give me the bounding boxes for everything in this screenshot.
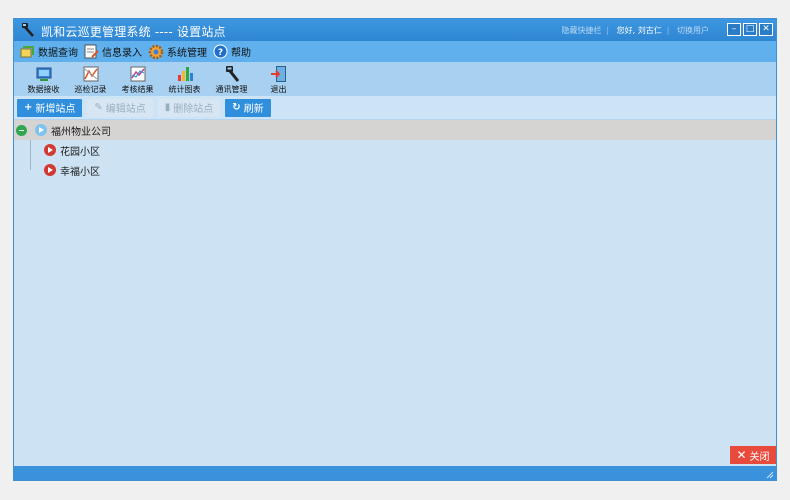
menu-label: 数据查询	[38, 48, 78, 59]
data-query-icon	[20, 45, 34, 57]
window-title: 凯和云巡更管理系统 ---- 设置站点	[41, 25, 226, 39]
close-button[interactable]: ✕ 关闭	[730, 446, 776, 464]
hide-shortcut-link[interactable]: 隐藏快捷栏	[556, 26, 606, 35]
refresh-icon: ↻	[232, 102, 241, 113]
system-gear-icon	[148, 44, 164, 59]
tree-root-node[interactable]: 福州物业公司	[14, 120, 776, 140]
action-bar: + 新增站点 ✎ 编辑站点 ▮ 删除站点 ↻ 刷新	[14, 96, 776, 120]
menu-system-manage[interactable]: 系统管理	[148, 44, 207, 60]
main-window: 凯和云巡更管理系统 ---- 设置站点 隐藏快捷栏 | 您好, 刘古仁 | 切换用户…	[13, 18, 777, 481]
switch-user-link[interactable]: 切换用户	[672, 26, 714, 35]
greeting-text: 您好, 刘古仁	[616, 26, 662, 35]
tree-connector	[30, 160, 31, 170]
tool-label: 统计图表	[168, 85, 201, 94]
menu-bar: 数据查询 信息录入 系统管理 ? 帮助	[14, 41, 776, 62]
refresh-label: 刷新	[243, 104, 264, 115]
help-icon: ?	[213, 44, 228, 59]
maximize-button[interactable]: □	[743, 23, 757, 36]
title-bar: 凯和云巡更管理系统 ---- 设置站点 隐藏快捷栏 | 您好, 刘古仁 | 切换用户…	[14, 19, 776, 41]
menu-label: 系统管理	[167, 48, 207, 59]
close-label: 关闭	[749, 451, 770, 463]
menu-info-entry[interactable]: 信息录入	[84, 44, 142, 59]
station-node-icon	[44, 164, 56, 176]
patrol-record-icon	[83, 66, 98, 82]
delete-station-button[interactable]: ▮ 删除站点	[157, 98, 221, 117]
station-tree: 福州物业公司 花园小区 幸福小区	[14, 120, 776, 180]
tool-patrol-record[interactable]: 巡检记录	[67, 62, 114, 96]
pencil-icon: ✎	[94, 102, 103, 113]
delete-station-label: 删除站点	[173, 104, 214, 115]
tool-data-receive[interactable]: 数据接收	[20, 62, 67, 96]
comm-device-icon	[225, 66, 239, 82]
add-station-button[interactable]: + 新增站点	[17, 98, 83, 117]
data-receive-icon	[36, 67, 51, 81]
collapse-toggle-icon[interactable]	[16, 124, 27, 136]
plus-icon: +	[24, 102, 33, 113]
tree-child-node[interactable]: 花园小区	[14, 140, 776, 160]
tool-label: 考核结果	[121, 85, 154, 94]
root-node-label: 福州物业公司	[51, 126, 111, 138]
tool-comm-manage[interactable]: 通讯管理	[208, 62, 255, 96]
station-node-icon	[44, 144, 56, 156]
edit-station-button[interactable]: ✎ 编辑站点	[87, 98, 153, 117]
svg-text:?: ?	[218, 48, 223, 58]
window-controls: – □ ✕	[727, 23, 773, 36]
menu-label: 信息录入	[102, 48, 142, 59]
bar-chart-icon	[177, 67, 193, 81]
status-bar	[14, 466, 776, 480]
company-node-icon	[35, 124, 47, 136]
info-entry-icon	[84, 44, 99, 59]
tool-label: 巡检记录	[74, 85, 107, 94]
tool-label: 数据接收	[27, 85, 60, 94]
tool-label: 退出	[270, 85, 287, 94]
menu-label: 帮助	[231, 48, 251, 59]
tree-connector	[30, 140, 31, 160]
menu-data-query[interactable]: 数据查询	[20, 44, 78, 59]
assessment-chart-icon	[130, 66, 145, 82]
edit-station-label: 编辑站点	[105, 104, 146, 115]
tool-exit[interactable]: 退出	[255, 62, 302, 96]
add-station-label: 新增站点	[35, 104, 76, 115]
child-node-label: 花园小区	[60, 146, 100, 158]
tool-statistics-chart[interactable]: 统计图表	[161, 62, 208, 96]
menu-help[interactable]: ? 帮助	[213, 44, 251, 59]
quick-toolbar: 数据接收 巡检记录 考核结果 统计图表 通讯管理 退出	[14, 62, 776, 96]
trash-icon: ▮	[164, 102, 171, 113]
title-links: 隐藏快捷栏 | 您好, 刘古仁 | 切换用户	[556, 25, 714, 36]
close-window-button[interactable]: ✕	[759, 23, 773, 36]
patrol-wand-icon	[22, 23, 34, 37]
close-x-icon: ✕	[736, 448, 747, 462]
tool-label: 通讯管理	[215, 85, 248, 94]
exit-door-icon	[270, 66, 286, 82]
tool-assessment-result[interactable]: 考核结果	[114, 62, 161, 96]
resize-grip-icon[interactable]	[766, 471, 774, 479]
child-node-label: 幸福小区	[60, 166, 100, 178]
tree-child-node[interactable]: 幸福小区	[14, 160, 776, 180]
minimize-button[interactable]: –	[727, 23, 741, 36]
refresh-button[interactable]: ↻ 刷新	[225, 98, 271, 117]
